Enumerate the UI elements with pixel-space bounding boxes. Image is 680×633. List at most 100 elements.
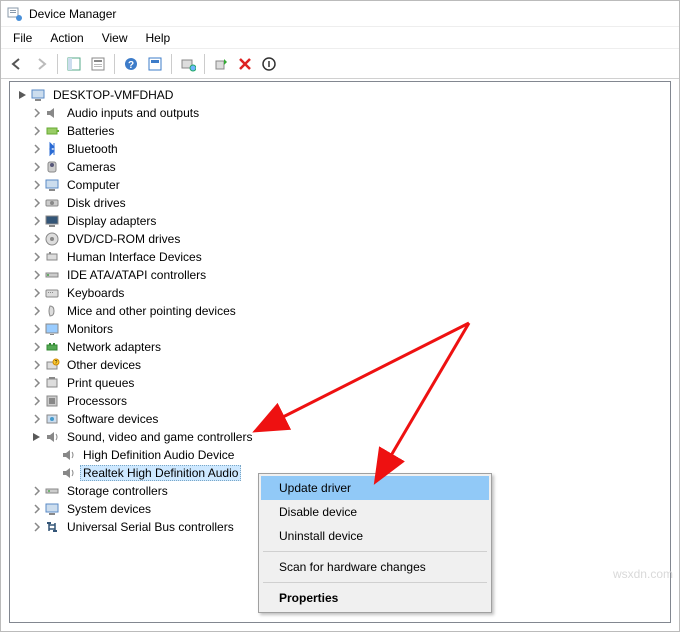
expander-icon[interactable] — [30, 376, 44, 390]
expander-icon[interactable] — [30, 358, 44, 372]
expander-icon[interactable] — [30, 412, 44, 426]
expander-icon[interactable] — [30, 250, 44, 264]
expander-icon[interactable] — [30, 214, 44, 228]
tree-item[interactable]: Print queues — [12, 374, 668, 392]
expander-icon[interactable] — [30, 178, 44, 192]
device-category-icon — [44, 177, 60, 193]
expander-icon[interactable] — [30, 520, 44, 534]
tree-item[interactable]: Human Interface Devices — [12, 248, 668, 266]
toolbar-separator — [114, 54, 115, 74]
tree-item[interactable]: Disk drives — [12, 194, 668, 212]
tree-item[interactable]: Batteries — [12, 122, 668, 140]
uninstall-device-button[interactable] — [233, 52, 257, 76]
expander-icon[interactable] — [30, 142, 44, 156]
expander-icon[interactable] — [30, 160, 44, 174]
tree-item-label: Display adapters — [64, 213, 159, 229]
expander-icon[interactable] — [30, 286, 44, 300]
tree-item-label: Print queues — [64, 375, 137, 391]
device-tree[interactable]: DESKTOP-VMFDHAD Audio inputs and outputs… — [12, 84, 668, 538]
speaker-icon — [60, 465, 76, 481]
app-icon — [7, 6, 23, 22]
tree-item[interactable]: Software devices — [12, 410, 668, 428]
tree-item-label: Processors — [64, 393, 130, 409]
tree-item[interactable]: Network adapters — [12, 338, 668, 356]
tree-item[interactable]: Bluetooth — [12, 140, 668, 158]
tree-item-label: Cameras — [64, 159, 119, 175]
menu-item-scan-hardware[interactable]: Scan for hardware changes — [261, 555, 489, 579]
tree-item[interactable]: Keyboards — [12, 284, 668, 302]
action-button[interactable] — [143, 52, 167, 76]
expander-icon[interactable] — [30, 430, 44, 444]
menu-item-update-driver[interactable]: Update driver — [261, 476, 489, 500]
tree-item[interactable]: ?Other devices — [12, 356, 668, 374]
menu-action[interactable]: Action — [42, 29, 91, 47]
expander-icon[interactable] — [30, 106, 44, 120]
expander-icon[interactable] — [30, 322, 44, 336]
tree-root[interactable]: DESKTOP-VMFDHAD — [12, 86, 668, 104]
menubar: File Action View Help — [1, 27, 679, 49]
expander-icon[interactable] — [30, 196, 44, 210]
tree-item[interactable]: Cameras — [12, 158, 668, 176]
menu-item-disable-device[interactable]: Disable device — [261, 500, 489, 524]
scan-hardware-button[interactable] — [176, 52, 200, 76]
help-button[interactable]: ? — [119, 52, 143, 76]
tree-item-label: Storage controllers — [64, 483, 171, 499]
toolbar: ? — [1, 49, 679, 79]
tree-item-label: Universal Serial Bus controllers — [64, 519, 237, 535]
expander-icon[interactable] — [30, 304, 44, 318]
tree-item[interactable]: Mice and other pointing devices — [12, 302, 668, 320]
menu-item-properties[interactable]: Properties — [261, 586, 489, 610]
menu-help[interactable]: Help — [138, 29, 179, 47]
tree-item-label: IDE ATA/ATAPI controllers — [64, 267, 209, 283]
tree-item-label: Software devices — [64, 411, 161, 427]
context-menu: Update driver Disable device Uninstall d… — [258, 473, 492, 613]
tree-item[interactable]: Processors — [12, 392, 668, 410]
back-button[interactable] — [5, 52, 29, 76]
device-category-icon — [44, 501, 60, 517]
tree-item-label: System devices — [64, 501, 154, 517]
watermark: wsxdn.com — [613, 567, 673, 581]
speaker-icon — [44, 429, 60, 445]
show-hide-console-tree-button[interactable] — [62, 52, 86, 76]
tree-item-label: Bluetooth — [64, 141, 121, 157]
menu-item-uninstall-device[interactable]: Uninstall device — [261, 524, 489, 548]
tree-item[interactable]: Computer — [12, 176, 668, 194]
tree-item-label: Sound, video and game controllers — [64, 429, 255, 445]
tree-item[interactable]: DVD/CD-ROM drives — [12, 230, 668, 248]
device-category-icon — [44, 339, 60, 355]
expander-icon[interactable] — [30, 232, 44, 246]
update-driver-button[interactable] — [209, 52, 233, 76]
expander-icon[interactable] — [16, 88, 30, 102]
device-category-icon — [44, 195, 60, 211]
tree-item[interactable]: Audio inputs and outputs — [12, 104, 668, 122]
tree-item[interactable]: Monitors — [12, 320, 668, 338]
device-category-icon — [44, 519, 60, 535]
expander-icon[interactable] — [30, 502, 44, 516]
expander-icon[interactable] — [30, 268, 44, 282]
menu-separator — [263, 551, 487, 552]
tree-item-label: Monitors — [64, 321, 116, 337]
expander-icon[interactable] — [30, 394, 44, 408]
toolbar-separator — [57, 54, 58, 74]
tree-item-label: Keyboards — [64, 285, 127, 301]
properties-button[interactable] — [86, 52, 110, 76]
expander-icon[interactable] — [30, 124, 44, 138]
tree-item-label: Mice and other pointing devices — [64, 303, 239, 319]
device-category-icon — [44, 411, 60, 427]
tree-item[interactable]: IDE ATA/ATAPI controllers — [12, 266, 668, 284]
expander-icon[interactable] — [30, 484, 44, 498]
disable-device-button[interactable] — [257, 52, 281, 76]
tree-item-label: Human Interface Devices — [64, 249, 205, 265]
tree-item[interactable]: Display adapters — [12, 212, 668, 230]
menu-separator — [263, 582, 487, 583]
tree-item-label: Computer — [64, 177, 123, 193]
tree-item-sound[interactable]: Sound, video and game controllers — [12, 428, 668, 446]
expander-icon[interactable] — [30, 340, 44, 354]
tree-root-label: DESKTOP-VMFDHAD — [50, 87, 176, 103]
tree-item-label-selected: Realtek High Definition Audio — [80, 465, 241, 481]
forward-button[interactable] — [29, 52, 53, 76]
tree-child-hda[interactable]: High Definition Audio Device — [12, 446, 668, 464]
menu-view[interactable]: View — [94, 29, 136, 47]
menu-file[interactable]: File — [5, 29, 40, 47]
tree-item-label: Batteries — [64, 123, 117, 139]
